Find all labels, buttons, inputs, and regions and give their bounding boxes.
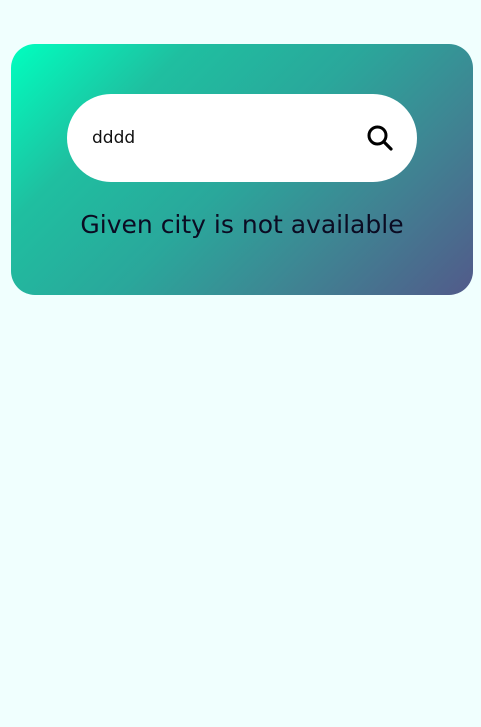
city-search-input[interactable]: [92, 124, 352, 152]
weather-card: Given city is not available: [11, 44, 473, 295]
error-message: Given city is not available: [80, 210, 404, 239]
search-button[interactable]: [362, 120, 398, 156]
search-bar: [67, 94, 417, 182]
search-icon: [367, 125, 393, 151]
